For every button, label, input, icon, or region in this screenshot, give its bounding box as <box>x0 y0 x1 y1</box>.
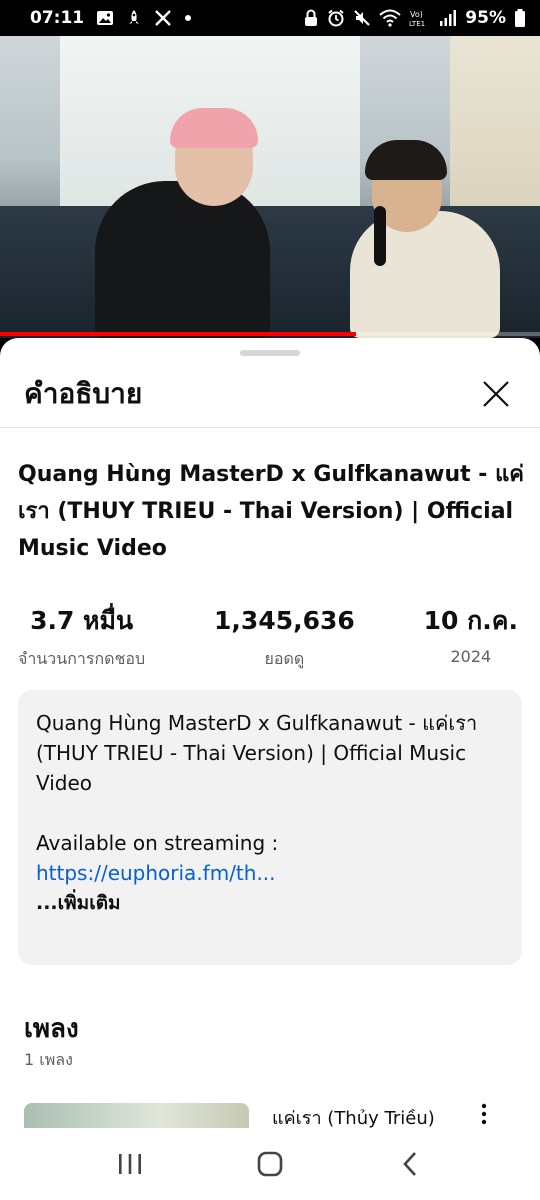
battery-percent: 95% <box>465 8 506 28</box>
songs-heading: เพลง <box>24 1014 79 1044</box>
recent-apps-icon <box>119 1154 141 1174</box>
show-more-button[interactable]: ...เพิ่มเติม <box>36 888 504 918</box>
songs-count: 1 เพลง <box>24 1050 73 1069</box>
home-button[interactable] <box>240 1134 300 1194</box>
video-person-left-hair <box>170 108 258 148</box>
video-title: Quang Hùng MasterD x Gulfkanawut - แค่เร… <box>18 462 524 561</box>
song-title: แค่เรา (Thủy Triều) <box>272 1108 435 1128</box>
streaming-line: Available on streaming : https://euphori… <box>36 828 504 888</box>
lock-icon <box>303 9 319 27</box>
song-item[interactable]: แค่เรา (Thủy Triều) <box>24 1103 514 1128</box>
gallery-icon <box>96 9 114 27</box>
system-nav-bar <box>0 1128 540 1200</box>
svg-text:Vo): Vo) <box>410 10 423 19</box>
video-progress-fill <box>0 332 357 336</box>
stat-label: ยอดดู <box>264 649 305 668</box>
stat-likes: 3.7 หมื่น จำนวนการกดชอบ <box>18 603 145 672</box>
video-progress-bar[interactable] <box>0 332 540 336</box>
close-button[interactable] <box>476 374 516 414</box>
svg-text:LTE1: LTE1 <box>409 20 425 27</box>
video-stats: 3.7 หมื่น จำนวนการกดชอบ 1,345,636 ยอดดู … <box>18 603 518 672</box>
dot-icon <box>184 14 192 22</box>
close-icon <box>483 380 509 407</box>
back-icon <box>403 1152 416 1176</box>
signal-icon <box>439 9 457 27</box>
stat-value: 1,345,636 <box>214 606 355 635</box>
rocket-icon <box>126 9 142 27</box>
volte-icon: Vo) LTE1 <box>409 9 431 27</box>
mute-icon <box>353 9 371 27</box>
streaming-label: Available on streaming : <box>36 831 279 855</box>
description-text: Quang Hùng MasterD x Gulfkanawut - แค่เร… <box>36 711 478 795</box>
stat-label: 2024 <box>450 647 492 666</box>
more-vert-icon <box>481 1103 487 1125</box>
song-more-button[interactable] <box>472 1103 496 1128</box>
stat-views: 1,345,636 ยอดดู <box>214 603 355 672</box>
stat-value: 3.7 หมื่น <box>30 606 134 635</box>
video-person-left <box>95 181 270 338</box>
description-sheet: คำอธิบาย Quang Hùng MasterD x Gulfkanawu… <box>0 338 540 1128</box>
microphone <box>374 206 386 266</box>
drag-handle[interactable] <box>240 350 300 356</box>
stat-value: 10 ก.ค. <box>423 606 518 635</box>
video-player[interactable] <box>0 36 540 338</box>
sheet-header: คำอธิบาย <box>0 360 540 428</box>
recent-apps-button[interactable] <box>100 1134 160 1194</box>
description-box[interactable]: Quang Hùng MasterD x Gulfkanawut - แค่เร… <box>18 690 522 965</box>
home-icon <box>257 1151 283 1177</box>
wifi-icon <box>379 9 401 27</box>
alarm-icon <box>327 9 345 27</box>
video-person-right-hair <box>365 140 447 180</box>
video-person-right <box>350 211 500 338</box>
sheet-title: คำอธิบาย <box>24 376 143 410</box>
back-button[interactable] <box>380 1134 440 1194</box>
status-bar: 07:11 Vo) LTE1 95% <box>0 0 540 36</box>
streaming-link[interactable]: https://euphoria.fm/th... <box>36 861 276 885</box>
x-logo-icon <box>154 9 172 27</box>
stat-label: จำนวนการกดชอบ <box>18 649 146 668</box>
battery-icon <box>514 9 526 27</box>
status-time: 07:11 <box>30 8 85 28</box>
stat-date: 10 ก.ค. 2024 <box>424 603 518 672</box>
song-thumbnail <box>24 1103 249 1128</box>
